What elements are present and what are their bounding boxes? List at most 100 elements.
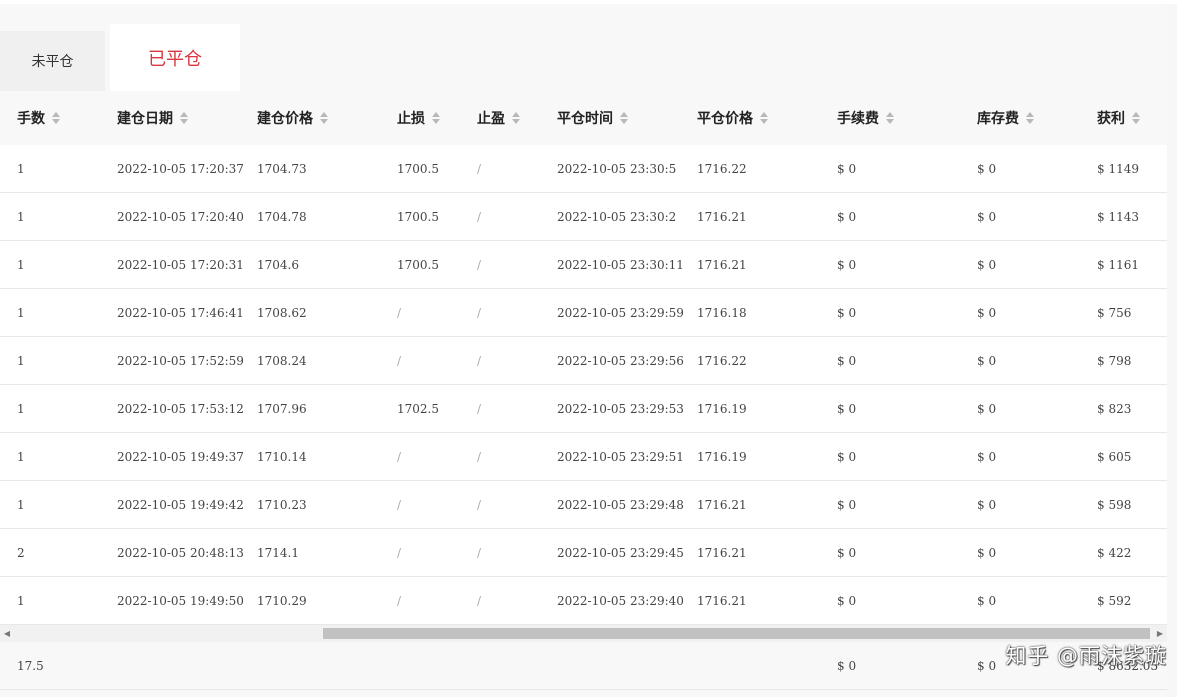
table-body: 1 2022-10-05 17:20:37 1704.73 1700.5 / 2022-1… [0, 145, 1167, 625]
table-row[interactable]: 2 2022-10-05 20:48:13 1714.1 / / 2022-10-05 2… [0, 529, 1167, 577]
cell-lots: 1 [17, 257, 25, 272]
scroll-left-arrow-icon[interactable]: ◀ [0, 625, 14, 642]
cell-take-profit: / [477, 497, 482, 512]
column-header-label: 平仓时间 [557, 111, 613, 127]
cell-commission: $ 0 [837, 545, 857, 560]
table-row[interactable]: 1 2022-10-05 19:49:42 1710.23 / / 2022-10-05 … [0, 481, 1167, 529]
cell-open-date: 2022-10-05 17:53:12 [117, 401, 244, 416]
cell-commission: $ 0 [837, 497, 857, 512]
cell-commission: $ 0 [837, 449, 857, 464]
table-row[interactable]: 1 2022-10-05 17:20:40 1704.78 1700.5 / 2022-1… [0, 193, 1167, 241]
total-lots: 17.5 [17, 658, 44, 673]
watermark: 知乎 @雨沫紫璇 [1005, 644, 1167, 668]
cell-close-time: 2022-10-05 23:29:59 [557, 305, 684, 320]
cell-profit: $ 823 [1097, 401, 1132, 416]
table-row[interactable]: 1 2022-10-05 17:53:12 1707.96 1702.5 / 2022-1… [0, 385, 1167, 433]
cell-lots: 1 [17, 401, 25, 416]
cell-commission: $ 0 [837, 209, 857, 224]
cell-stop-loss: 1700.5 [397, 161, 439, 176]
cell-swap: $ 0 [977, 449, 997, 464]
sort-arrows-icon[interactable] [320, 112, 329, 124]
table-row[interactable]: 1 2022-10-05 19:49:50 1710.29 / / 2022-10-05 … [0, 577, 1167, 625]
cell-open-price: 1708.62 [257, 305, 307, 320]
column-header-label: 获利 [1097, 111, 1125, 127]
table-row[interactable]: 1 2022-10-05 19:49:37 1710.14 / / 2022-10-05 … [0, 433, 1167, 481]
sort-arrows-icon[interactable] [52, 112, 61, 124]
cell-open-date: 2022-10-05 17:20:31 [117, 257, 244, 272]
column-header-close-time[interactable]: 平仓时间 [557, 91, 629, 145]
column-header-close-price[interactable]: 平仓价格 [697, 91, 769, 145]
column-header-commission[interactable]: 手续费 [837, 91, 895, 145]
column-header-label: 库存费 [977, 111, 1019, 127]
cell-commission: $ 0 [837, 305, 857, 320]
cell-stop-loss: / [397, 353, 402, 368]
column-header-open-date[interactable]: 建仓日期 [117, 91, 189, 145]
column-header-open-price[interactable]: 建仓价格 [257, 91, 329, 145]
column-header-label: 手续费 [837, 111, 879, 127]
cell-profit: $ 1149 [1097, 161, 1139, 176]
column-header-label: 建仓日期 [117, 111, 173, 127]
cell-lots: 1 [17, 305, 25, 320]
cell-close-time: 2022-10-05 23:30:2 [557, 209, 677, 224]
scroll-thumb[interactable] [323, 628, 1150, 639]
cell-close-price: 1716.19 [697, 401, 747, 416]
cell-open-date: 2022-10-05 17:20:37 [117, 161, 244, 176]
sort-arrows-icon[interactable] [1026, 112, 1035, 124]
cell-close-time: 2022-10-05 23:30:11 [557, 257, 684, 272]
column-header-label: 止损 [397, 111, 425, 127]
table-header: 手数 建仓日期 建仓价格 止损 止盈 平仓时间 平仓价格 手续费 库存费 获利 [0, 91, 1167, 145]
cell-close-time: 2022-10-05 23:29:48 [557, 497, 684, 512]
cell-lots: 1 [17, 593, 25, 608]
column-header-stop-loss[interactable]: 止损 [397, 91, 441, 145]
column-header-label: 止盈 [477, 111, 505, 127]
cell-open-price: 1714.1 [257, 545, 299, 560]
tab-open-positions[interactable]: 未平仓 [0, 31, 105, 91]
table-row[interactable]: 1 2022-10-05 17:46:41 1708.62 / / 2022-10-05 … [0, 289, 1167, 337]
sort-arrows-icon[interactable] [620, 112, 629, 124]
cell-profit: $ 605 [1097, 449, 1132, 464]
sort-arrows-icon[interactable] [886, 112, 895, 124]
cell-profit: $ 1143 [1097, 209, 1139, 224]
cell-open-price: 1707.96 [257, 401, 307, 416]
cell-take-profit: / [477, 593, 482, 608]
column-header-lots[interactable]: 手数 [17, 91, 61, 145]
sort-arrows-icon[interactable] [760, 112, 769, 124]
cell-commission: $ 0 [837, 161, 857, 176]
order-tabs: 未平仓 已平仓 [0, 24, 300, 91]
column-header-swap[interactable]: 库存费 [977, 91, 1035, 145]
cell-close-price: 1716.21 [697, 257, 747, 272]
sort-arrows-icon[interactable] [1132, 112, 1141, 124]
cell-take-profit: / [477, 401, 482, 416]
cell-open-price: 1710.14 [257, 449, 307, 464]
cell-profit: $ 598 [1097, 497, 1132, 512]
column-header-profit[interactable]: 获利 [1097, 91, 1141, 145]
cell-commission: $ 0 [837, 353, 857, 368]
cell-swap: $ 0 [977, 545, 997, 560]
cell-swap: $ 0 [977, 257, 997, 272]
table-row[interactable]: 1 2022-10-05 17:20:37 1704.73 1700.5 / 2022-1… [0, 145, 1167, 193]
cell-profit: $ 756 [1097, 305, 1132, 320]
table-row[interactable]: 1 2022-10-05 17:52:59 1708.24 / / 2022-10-05 … [0, 337, 1167, 385]
cell-take-profit: / [477, 257, 482, 272]
table-row[interactable]: 1 2022-10-05 17:20:31 1704.6 1700.5 / 2022-10… [0, 241, 1167, 289]
cell-stop-loss: / [397, 305, 402, 320]
tab-closed-positions[interactable]: 已平仓 [110, 24, 240, 91]
cell-open-price: 1710.29 [257, 593, 307, 608]
cell-open-date: 2022-10-05 20:48:13 [117, 545, 244, 560]
cell-close-price: 1716.22 [697, 161, 747, 176]
cell-swap: $ 0 [977, 161, 997, 176]
cell-close-price: 1716.22 [697, 353, 747, 368]
sort-arrows-icon[interactable] [512, 112, 521, 124]
total-commission: $ 0 [837, 658, 857, 673]
cell-profit: $ 798 [1097, 353, 1132, 368]
cell-profit: $ 592 [1097, 593, 1132, 608]
cell-commission: $ 0 [837, 257, 857, 272]
cell-open-price: 1704.73 [257, 161, 307, 176]
sort-arrows-icon[interactable] [180, 112, 189, 124]
column-header-label: 手数 [17, 111, 45, 127]
horizontal-scrollbar[interactable]: ◀ ▶ [0, 625, 1167, 642]
column-header-take-profit[interactable]: 止盈 [477, 91, 521, 145]
sort-arrows-icon[interactable] [432, 112, 441, 124]
cell-stop-loss: 1700.5 [397, 209, 439, 224]
cell-open-date: 2022-10-05 19:49:37 [117, 449, 244, 464]
